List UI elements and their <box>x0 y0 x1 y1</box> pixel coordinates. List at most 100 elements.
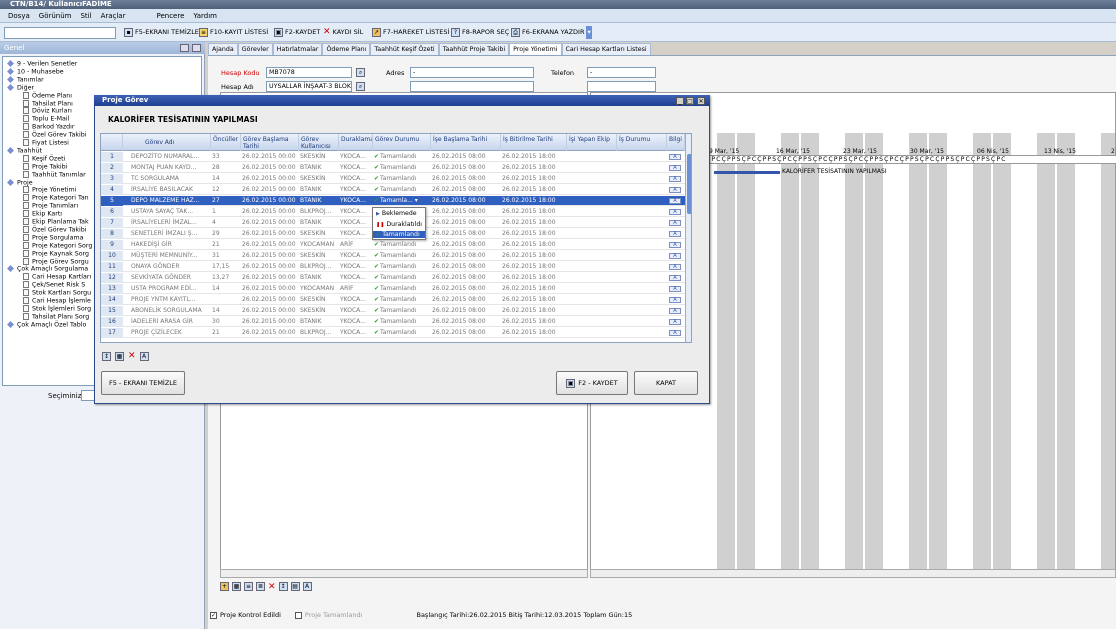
movement-list-button[interactable]: ↗ F7-HAREKET LİSTESİ <box>372 26 449 39</box>
table-row[interactable]: 5 DEPO MALZEME HAZ... 27 26.02.2015 00:00 BT… <box>101 196 685 206</box>
table-row[interactable]: 9 HAKEDİŞİ GİR 21 26.02.2015 00:00 YKOCAMAN A… <box>101 240 685 250</box>
column-header[interactable]: Öncüller <box>211 134 241 151</box>
dropdown-arrow-icon[interactable]: ▾ <box>586 26 592 39</box>
gantt-list-hscrollbar[interactable] <box>220 569 588 578</box>
dialog-clear-button[interactable]: F5 - EKRANI TEMİZLE <box>101 371 185 395</box>
info-icon[interactable]: A <box>669 275 681 281</box>
info-icon[interactable]: A <box>669 209 681 215</box>
table-row[interactable]: 1 DEPOZİTO NUMARAL... 33 26.02.2015 00:00 SK… <box>101 152 685 162</box>
info-cell[interactable]: A <box>669 185 685 195</box>
column-header[interactable]: Görev Adı <box>123 134 211 151</box>
info-cell[interactable]: A <box>669 207 685 217</box>
task-status-cell[interactable]: ✔Tamamla... ▾ <box>374 196 430 206</box>
table-row[interactable]: 16 İADELERİ ARASA GİR 30 26.02.2015 00:00 BT… <box>101 317 685 327</box>
menu-item[interactable]: Görünüm <box>39 12 72 20</box>
menu-item[interactable]: Dosya <box>8 12 30 20</box>
column-header[interactable]: İşi Yapan Ekip <box>567 134 617 151</box>
account-code-lookup-icon[interactable]: ⌕ <box>356 68 365 77</box>
dropdown-option[interactable]: ❚❚ Duraklatıldı <box>376 221 422 228</box>
grid-scroll-thumb[interactable] <box>687 154 691 214</box>
table-row[interactable]: 10 MÜŞTERİ MEMNUNİY... 31 26.02.2015 00:00 S… <box>101 251 685 261</box>
tab-item[interactable]: Cari Hesap Kartları Listesi <box>561 43 651 55</box>
info-icon[interactable]: A <box>669 308 681 314</box>
save-button[interactable]: ▣ F2-KAYDET <box>274 26 320 39</box>
menu-item[interactable]: Pencere <box>156 12 184 20</box>
gantt-chart-hscrollbar[interactable] <box>590 569 1116 578</box>
info-icon[interactable]: A <box>669 253 681 259</box>
sort-icon[interactable]: ↕ <box>278 582 288 591</box>
tab-item[interactable]: Hatırlatmalar <box>272 43 323 55</box>
remove-row-icon[interactable]: ✕ <box>128 351 136 361</box>
account-name-field[interactable]: UYSALLAR İNŞAAT-3 BLOK <box>266 81 352 92</box>
delete-record-button[interactable]: ✕ KAYDI SİL <box>323 26 363 39</box>
info-icon[interactable]: A <box>669 330 681 336</box>
info-icon[interactable]: A <box>669 242 681 248</box>
info-icon[interactable]: A <box>669 165 681 171</box>
project-completed-checkbox[interactable]: Proje Tamamlandı <box>294 611 362 619</box>
menu-item[interactable]: Araçlar <box>101 12 126 20</box>
dropdown-option[interactable]: ▶ Beklemede <box>376 210 417 217</box>
info-cell[interactable]: A <box>669 262 685 272</box>
column-header[interactable]: Görev Durumu <box>373 134 431 151</box>
info-icon[interactable]: A <box>669 220 681 226</box>
info-cell[interactable]: A <box>669 251 685 261</box>
remove-task-icon[interactable]: ✕ <box>268 582 276 592</box>
info-cell[interactable]: A <box>669 218 685 228</box>
record-list-button[interactable]: ≡ F10-KAYIT LİSTESİ <box>199 26 268 39</box>
tab-item[interactable]: Taahhüt Proje Takibi <box>438 43 510 55</box>
table-row[interactable]: 17 PROJE ÇİZİLECEK 21 26.02.2015 00:00 BLKPR… <box>101 328 685 338</box>
grid-icon[interactable]: ▦ <box>232 582 241 591</box>
info-cell[interactable]: A <box>669 306 685 316</box>
font-icon[interactable]: A <box>302 582 312 591</box>
dialog-save-button[interactable]: ▣ F2 - KAYDET <box>556 371 628 395</box>
column-header[interactable]: Duraklama <box>339 134 373 151</box>
phone-field-2[interactable] <box>587 81 656 92</box>
column-header[interactable]: Görev Başlama Tarihi <box>241 134 299 151</box>
panel-close-icon[interactable] <box>192 44 201 52</box>
grid-vscrollbar[interactable] <box>685 134 691 342</box>
menu-item[interactable]: Stil <box>80 12 91 20</box>
column-header[interactable]: İş Durumu <box>617 134 667 151</box>
table-row[interactable]: 14 PROJE YNTM KAYITL... 26.02.2015 00:00 SK… <box>101 295 685 305</box>
info-cell[interactable]: A <box>669 152 685 162</box>
info-icon[interactable]: A <box>669 176 681 182</box>
table-row[interactable]: 15 ABONELİK SORGULAMA 14 26.02.2015 00:00 SK… <box>101 306 685 316</box>
column-header[interactable]: Bilgi <box>667 134 685 151</box>
info-cell[interactable]: A <box>669 273 685 283</box>
add-task-icon[interactable]: + <box>220 582 229 591</box>
status-dropdown-arrow-icon[interactable]: ▾ <box>413 197 418 204</box>
column-header[interactable]: İşe Başlama Tarihi <box>431 134 501 151</box>
info-icon[interactable]: A <box>669 286 681 292</box>
close-icon[interactable]: ✕ <box>697 97 705 105</box>
indent-icon[interactable]: ≡ <box>244 582 253 591</box>
tree-item[interactable]: Çok Amaçlı Özel Tablo <box>7 320 86 330</box>
table-row[interactable]: 12 SEVKİYATA GÖNDER 13,27 26.02.2015 00:00 B… <box>101 273 685 283</box>
grid-icon-dialog[interactable]: ▦ <box>115 351 124 361</box>
account-name-lookup-icon[interactable]: ⌕ <box>356 82 365 91</box>
dropdown-option[interactable]: ✔ Tamamlandı <box>373 231 425 238</box>
dialog-close-button[interactable]: KAPAT <box>634 371 698 395</box>
tab-item[interactable]: Taahhüt Keşif Özeti <box>370 43 439 55</box>
table-row[interactable]: 13 USTA PROGRAM EDİ... 14 26.02.2015 00:00 Y… <box>101 284 685 294</box>
info-cell[interactable]: A <box>669 174 685 184</box>
info-icon[interactable]: A <box>669 231 681 237</box>
info-icon[interactable]: A <box>669 154 681 160</box>
maximize-icon[interactable]: □ <box>686 97 694 105</box>
phone-field[interactable]: - <box>587 67 656 78</box>
toolbar-search-input[interactable] <box>4 27 116 39</box>
minimize-icon[interactable]: _ <box>676 97 684 105</box>
menu-item[interactable]: Yardım <box>193 12 217 20</box>
table-row[interactable]: 3 TC SORGULAMA 14 26.02.2015 00:00 SKESKİN YK… <box>101 174 685 184</box>
calendar-icon[interactable]: ▤ <box>290 582 300 591</box>
column-header[interactable]: Görev Kullanıcısı <box>299 134 339 151</box>
report-select-button[interactable]: ? F8-RAPOR SEÇ <box>451 26 509 39</box>
tab-item[interactable]: Görevler <box>237 43 273 55</box>
table-row[interactable]: 11 ONAYA GÖNDER 17,15 26.02.2015 00:00 BLKPR… <box>101 262 685 272</box>
info-icon[interactable]: A <box>669 187 681 193</box>
panel-pin-icon[interactable] <box>180 44 189 52</box>
status-dropdown[interactable]: ▶ Beklemede ❚❚ Duraklatıldı ✔ Tamamlandı <box>372 207 426 240</box>
tab-item[interactable]: Ajanda <box>208 43 238 55</box>
info-cell[interactable]: A <box>669 317 685 327</box>
address-field[interactable]: - <box>410 67 534 78</box>
info-cell[interactable]: A <box>669 240 685 250</box>
